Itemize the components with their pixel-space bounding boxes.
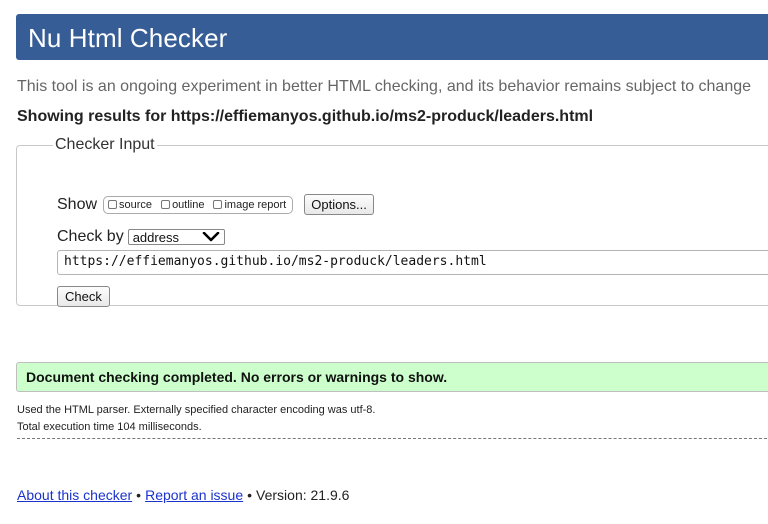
show-label: Show xyxy=(57,195,98,213)
show-image-report-option[interactable]: image report xyxy=(213,199,286,211)
check-by-label: Check by xyxy=(57,228,124,245)
showing-results-heading: Showing results for https://effiemanyos.… xyxy=(17,108,594,125)
about-checker-link[interactable]: About this checker xyxy=(17,487,132,503)
report-issue-link[interactable]: Report an issue xyxy=(145,487,243,503)
app-title: Nu Html Checker xyxy=(28,23,228,53)
success-message-box: Document checking completed. No errors o… xyxy=(16,362,768,392)
image-report-label: image report xyxy=(224,198,287,211)
separator: • xyxy=(247,487,253,503)
source-label: source xyxy=(119,198,153,211)
check-by-row: Check by address xyxy=(57,228,225,246)
url-input[interactable]: https://effiemanyos.github.io/ms2-produc… xyxy=(57,250,768,275)
options-button[interactable]: Options... xyxy=(304,194,374,215)
image-report-checkbox[interactable] xyxy=(213,200,223,209)
outline-checkbox[interactable] xyxy=(161,200,171,209)
checker-input-fieldset: Checker Input Show source outline image … xyxy=(16,136,768,307)
show-outline-option[interactable]: outline xyxy=(161,199,204,211)
chevron-down-icon xyxy=(202,232,220,242)
footer: About this checker • Report an issue • Versi… xyxy=(17,487,349,503)
outline-label: outline xyxy=(172,198,205,211)
tagline: This tool is an ongoing experiment in be… xyxy=(17,78,752,95)
check-details: Used the HTML parser. Externally specifi… xyxy=(17,402,375,436)
check-by-value: address xyxy=(132,229,179,245)
version-text: Version: 21.9.6 xyxy=(256,487,350,503)
show-row: Show source outline image report Options… xyxy=(57,194,374,215)
app-header: Nu Html Checker xyxy=(16,14,768,60)
separator: • xyxy=(136,487,142,503)
divider xyxy=(17,438,768,439)
source-checkbox[interactable] xyxy=(108,200,118,209)
show-options-group: source outline image report xyxy=(103,195,294,214)
parser-info: Used the HTML parser. Externally specifi… xyxy=(17,404,376,416)
checker-input-legend: Checker Input xyxy=(55,136,155,153)
success-message: Document checking completed. No errors o… xyxy=(26,369,448,385)
execution-time: Total execution time 104 milliseconds. xyxy=(17,421,202,433)
check-by-select[interactable]: address xyxy=(127,229,225,245)
check-button[interactable]: Check xyxy=(57,286,110,307)
show-source-option[interactable]: source xyxy=(108,199,152,211)
